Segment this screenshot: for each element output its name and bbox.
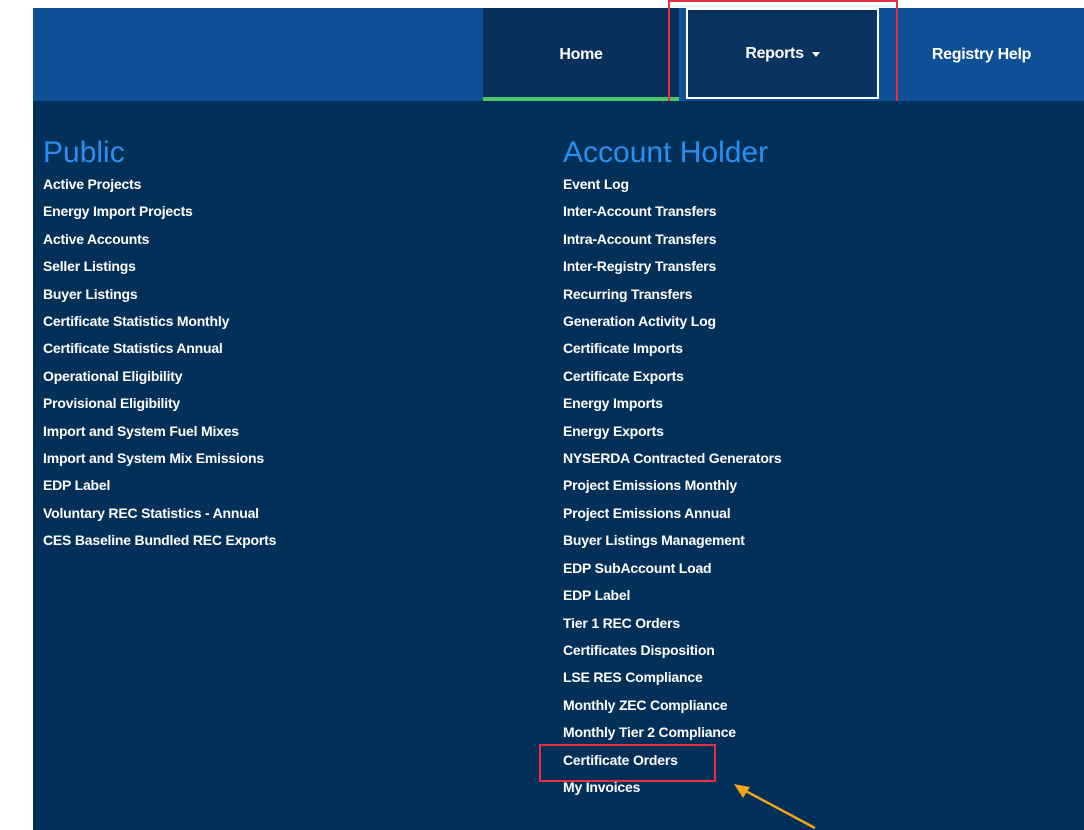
public-report-link-energy-import-projects[interactable]: Energy Import Projects bbox=[43, 198, 276, 225]
account-holder-report-link-edp-subaccount-load[interactable]: EDP SubAccount Load bbox=[563, 555, 782, 582]
nav-registry-help-label: Registry Help bbox=[931, 45, 1032, 63]
nav-registry-help-link[interactable]: Registry Help bbox=[879, 8, 1084, 101]
public-report-link-edp-label[interactable]: EDP Label bbox=[43, 472, 276, 499]
account-holder-report-link-energy-imports[interactable]: Energy Imports bbox=[563, 390, 782, 417]
account-holder-report-link-energy-exports[interactable]: Energy Exports bbox=[563, 418, 782, 445]
account-holder-report-link-project-emissions-annual[interactable]: Project Emissions Annual bbox=[563, 500, 782, 527]
nav-home-link[interactable]: Home bbox=[483, 8, 679, 101]
public-report-link-buyer-listings[interactable]: Buyer Listings bbox=[43, 281, 276, 308]
account-holder-report-link-monthly-tier-2-compliance[interactable]: Monthly Tier 2 Compliance bbox=[563, 719, 782, 746]
public-report-link-import-and-system-mix-emissions[interactable]: Import and System Mix Emissions bbox=[43, 445, 276, 472]
account-holder-report-link-inter-registry-transfers[interactable]: Inter-Registry Transfers bbox=[563, 253, 782, 280]
account-holder-reports-column: Account Holder Event Log Inter-Account Tr… bbox=[563, 137, 782, 801]
account-holder-report-link-project-emissions-monthly[interactable]: Project Emissions Monthly bbox=[563, 472, 782, 499]
account-holder-report-link-recurring-transfers[interactable]: Recurring Transfers bbox=[563, 281, 782, 308]
nav-home-label: Home bbox=[559, 45, 603, 63]
public-report-link-provisional-eligibility[interactable]: Provisional Eligibility bbox=[43, 390, 276, 417]
public-report-link-certificate-statistics-annual[interactable]: Certificate Statistics Annual bbox=[43, 335, 276, 362]
account-holder-report-link-lse-res-compliance[interactable]: LSE RES Compliance bbox=[563, 664, 782, 691]
account-holder-report-link-tier-1-rec-orders[interactable]: Tier 1 REC Orders bbox=[563, 610, 782, 637]
account-holder-report-link-generation-activity-log[interactable]: Generation Activity Log bbox=[563, 308, 782, 335]
account-holder-report-link-certificates-disposition[interactable]: Certificates Disposition bbox=[563, 637, 782, 664]
public-report-link-seller-listings[interactable]: Seller Listings bbox=[43, 253, 276, 280]
account-holder-report-link-inter-account-transfers[interactable]: Inter-Account Transfers bbox=[563, 198, 782, 225]
account-holder-heading: Account Holder bbox=[563, 136, 769, 169]
annotation-arrow-icon bbox=[734, 784, 816, 830]
account-holder-report-link-intra-account-transfers[interactable]: Intra-Account Transfers bbox=[563, 226, 782, 253]
reports-dropdown-panel: Public Active Projects Energy Import Proj… bbox=[33, 101, 1084, 830]
public-heading: Public bbox=[43, 136, 125, 169]
account-holder-report-link-buyer-listings-management[interactable]: Buyer Listings Management bbox=[563, 527, 782, 554]
top-nav-bar: Home Reports Registry Help bbox=[33, 8, 1084, 101]
account-holder-report-link-event-log[interactable]: Event Log bbox=[563, 171, 782, 198]
account-holder-report-link-certificate-exports[interactable]: Certificate Exports bbox=[563, 363, 782, 390]
account-holder-report-link-certificate-imports[interactable]: Certificate Imports bbox=[563, 335, 782, 362]
account-holder-reports-list: Event Log Inter-Account Transfers Intra-Ac… bbox=[563, 171, 782, 801]
account-holder-report-link-nyserda-contracted-generators[interactable]: NYSERDA Contracted Generators bbox=[563, 445, 782, 472]
public-reports-list: Active Projects Energy Import Projects Act… bbox=[43, 171, 276, 555]
account-holder-report-link-edp-label[interactable]: EDP Label bbox=[563, 582, 782, 609]
public-report-link-certificate-statistics-monthly[interactable]: Certificate Statistics Monthly bbox=[43, 308, 276, 335]
nav-reports-dropdown[interactable]: Reports bbox=[686, 8, 879, 99]
public-report-link-ces-baseline-bundled-rec-exports[interactable]: CES Baseline Bundled REC Exports bbox=[43, 527, 276, 554]
public-reports-column: Public Active Projects Energy Import Proj… bbox=[43, 137, 276, 555]
public-report-link-import-and-system-fuel-mixes[interactable]: Import and System Fuel Mixes bbox=[43, 418, 276, 445]
nav-reports-label: Reports bbox=[745, 44, 804, 62]
public-report-link-operational-eligibility[interactable]: Operational Eligibility bbox=[43, 363, 276, 390]
public-report-link-active-projects[interactable]: Active Projects bbox=[43, 171, 276, 198]
public-report-link-voluntary-rec-statistics-annual[interactable]: Voluntary REC Statistics - Annual bbox=[43, 500, 276, 527]
public-report-link-active-accounts[interactable]: Active Accounts bbox=[43, 226, 276, 253]
account-holder-report-link-monthly-zec-compliance[interactable]: Monthly ZEC Compliance bbox=[563, 692, 782, 719]
caret-down-icon bbox=[811, 52, 820, 57]
